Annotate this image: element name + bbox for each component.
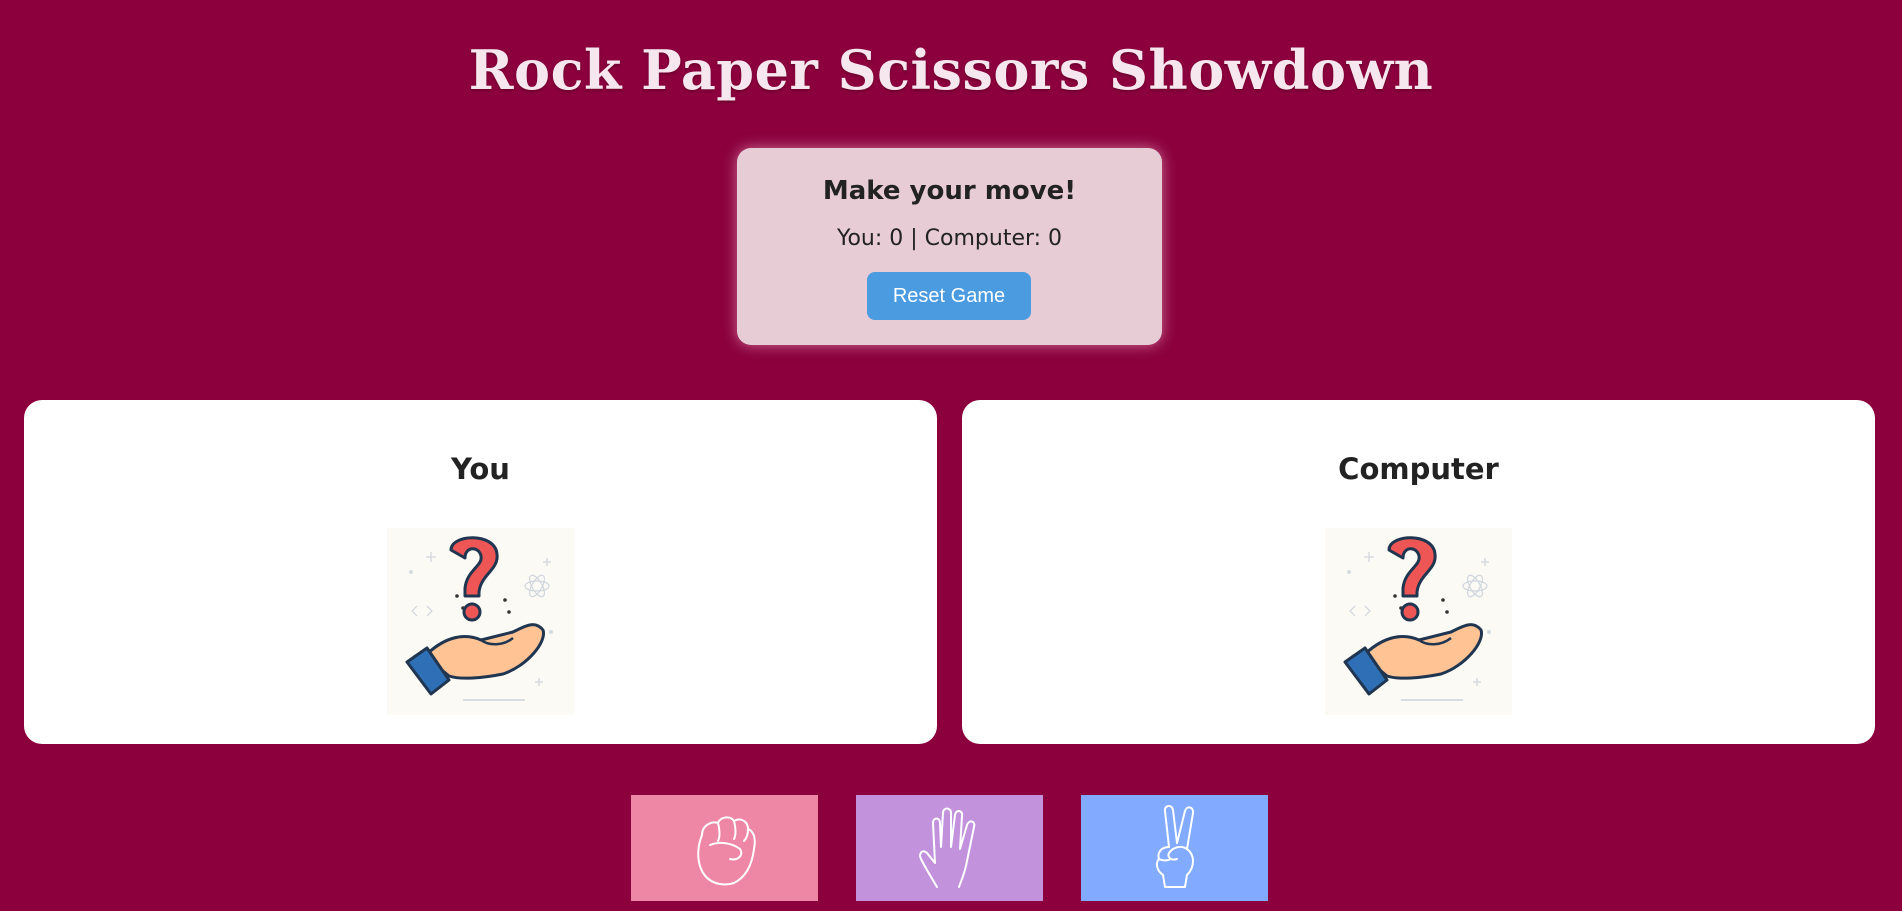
rock-button[interactable] bbox=[631, 795, 818, 901]
player-label: You bbox=[451, 452, 510, 486]
computer-label: Computer bbox=[1338, 452, 1499, 486]
fist-icon bbox=[696, 816, 756, 886]
reset-game-button[interactable]: Reset Game bbox=[867, 272, 1031, 320]
open-hand-icon bbox=[918, 807, 975, 888]
computer-panel: Computer bbox=[962, 400, 1875, 744]
peace-hand-icon bbox=[1155, 805, 1194, 888]
score-display: You: 0 | Computer: 0 bbox=[836, 226, 1063, 251]
status-message: Make your move! bbox=[822, 176, 1077, 206]
player-panel: You bbox=[24, 400, 937, 744]
status-card: Make your move! You: 0 | Computer: 0 Res… bbox=[737, 148, 1162, 345]
computer-choice-image bbox=[1325, 528, 1512, 715]
game-title: Rock Paper Scissors Showdown bbox=[468, 38, 1434, 102]
scissors-button[interactable] bbox=[1081, 795, 1268, 901]
question-hand-icon bbox=[1343, 536, 1491, 701]
question-hand-icon bbox=[405, 536, 553, 701]
player-choice-image bbox=[387, 528, 574, 715]
paper-button[interactable] bbox=[856, 795, 1043, 901]
